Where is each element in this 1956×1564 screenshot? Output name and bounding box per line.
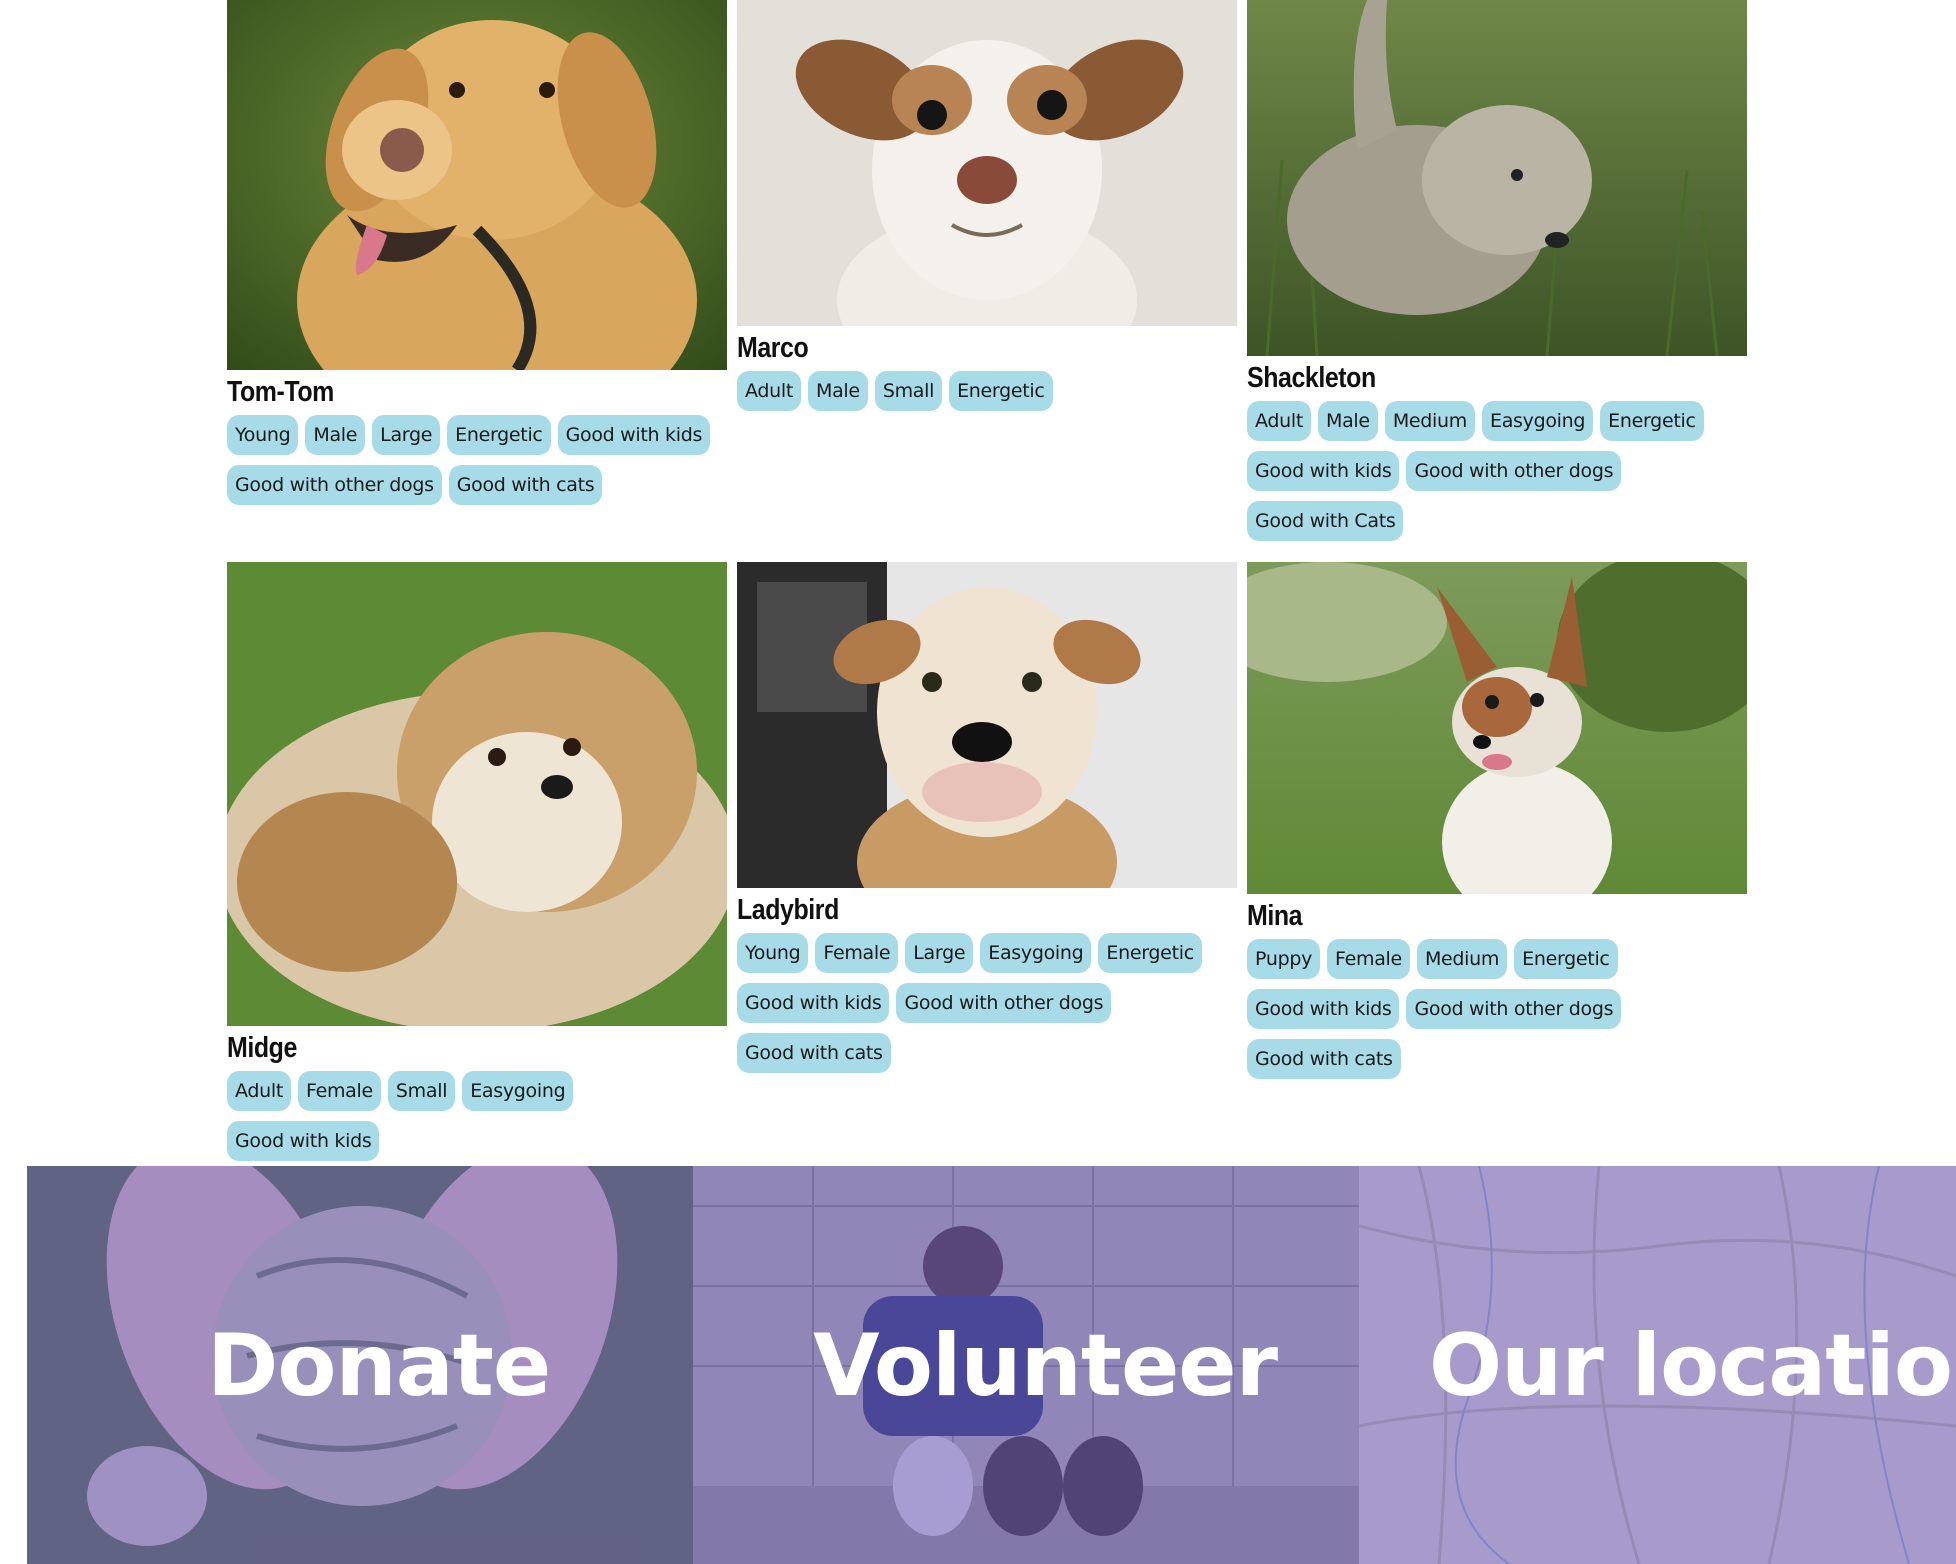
tag: Easygoing — [462, 1071, 574, 1111]
tag: Male — [808, 371, 868, 411]
dog-card-mina[interactable]: Mina Puppy Female Medium Energetic Good … — [1247, 562, 1747, 1079]
tag: Male — [305, 415, 366, 455]
tag: Easygoing — [1482, 401, 1594, 441]
tag: Young — [227, 415, 299, 455]
tag: Large — [905, 933, 974, 973]
volunteer-label[interactable]: Volunteer — [813, 1316, 1278, 1416]
tag-list: Puppy Female Medium Energetic Good with … — [1247, 939, 1747, 1079]
tag: Adult — [737, 371, 801, 411]
dog-name: Mina — [1247, 900, 1303, 932]
donate-label[interactable]: Donate — [207, 1316, 551, 1416]
location-label[interactable]: Our location — [1429, 1316, 1956, 1416]
tag: Good with kids — [737, 983, 890, 1023]
tag: Male — [1318, 401, 1378, 441]
dog-name: Marco — [737, 332, 809, 364]
tag: Energetic — [1600, 401, 1704, 441]
footer-tiles: Donate Volunteer Our location — [27, 1166, 1956, 1564]
dog-name: Shackleton — [1247, 362, 1376, 394]
dog-photo[interactable] — [737, 562, 1237, 888]
tag-list: Young Male Large Energetic Good with kid… — [227, 415, 727, 505]
tag: Female — [298, 1071, 381, 1111]
tag-list: Adult Female Small Easygoing Good with k… — [227, 1071, 727, 1161]
tag: Energetic — [1098, 933, 1202, 973]
dog-card-marco[interactable]: Marco Adult Male Small Energetic — [737, 0, 1237, 411]
tag: Good with other dogs — [896, 983, 1112, 1023]
tag: Good with Cats — [1247, 501, 1404, 541]
tag: Small — [874, 371, 943, 411]
dog-card-midge[interactable]: Midge Adult Female Small Easygoing Good … — [227, 562, 727, 1161]
dog-photo[interactable] — [227, 0, 727, 370]
tag: Energetic — [949, 371, 1053, 411]
dog-name: Midge — [227, 1032, 297, 1064]
dog-name: Ladybird — [737, 894, 839, 926]
page: Tom-Tom Young Male Large Energetic Good … — [0, 0, 1956, 1564]
tag: Good with cats — [737, 1033, 891, 1073]
dog-photo[interactable] — [737, 0, 1237, 326]
tag-list: Adult Male Small Energetic — [737, 371, 1237, 411]
tag-list: Adult Male Medium Easygoing Energetic Go… — [1247, 401, 1747, 541]
location-tile[interactable]: Our location — [1359, 1166, 1956, 1564]
tag: Easygoing — [980, 933, 1092, 973]
tag: Good with cats — [1247, 1039, 1401, 1079]
tag: Adult — [227, 1071, 291, 1111]
tag: Puppy — [1247, 939, 1321, 979]
tag: Good with cats — [448, 465, 603, 505]
donate-tile[interactable]: Donate — [27, 1166, 693, 1564]
dog-card-tom-tom[interactable]: Tom-Tom Young Male Large Energetic Good … — [227, 0, 727, 505]
dog-card-ladybird[interactable]: Ladybird Young Female Large Easygoing En… — [737, 562, 1237, 1073]
tag: Good with other dogs — [1406, 451, 1622, 491]
tag: Adult — [1247, 401, 1311, 441]
dog-photo[interactable] — [1247, 562, 1747, 894]
tag: Female — [815, 933, 899, 973]
tag: Good with other dogs — [1406, 989, 1622, 1029]
tag: Medium — [1416, 939, 1508, 979]
tag: Large — [372, 415, 441, 455]
volunteer-tile[interactable]: Volunteer — [693, 1166, 1359, 1564]
tag: Good with kids — [1247, 451, 1400, 491]
dog-card-shackleton[interactable]: Shackleton Adult Male Medium Easygoing E… — [1247, 0, 1747, 541]
dog-photo[interactable] — [227, 562, 727, 1026]
tag-list: Young Female Large Easygoing Energetic G… — [737, 933, 1237, 1073]
tag: Good with other dogs — [227, 465, 442, 505]
tag: Good with kids — [557, 415, 711, 455]
tag: Young — [737, 933, 809, 973]
tag: Energetic — [1514, 939, 1618, 979]
tag: Good with kids — [1247, 989, 1400, 1029]
dog-photo[interactable] — [1247, 0, 1747, 356]
tag: Medium — [1384, 401, 1475, 441]
tag: Small — [387, 1071, 456, 1111]
tag: Female — [1327, 939, 1410, 979]
dog-name: Tom-Tom — [227, 376, 334, 408]
tag: Good with kids — [227, 1121, 380, 1161]
tag: Energetic — [447, 415, 551, 455]
